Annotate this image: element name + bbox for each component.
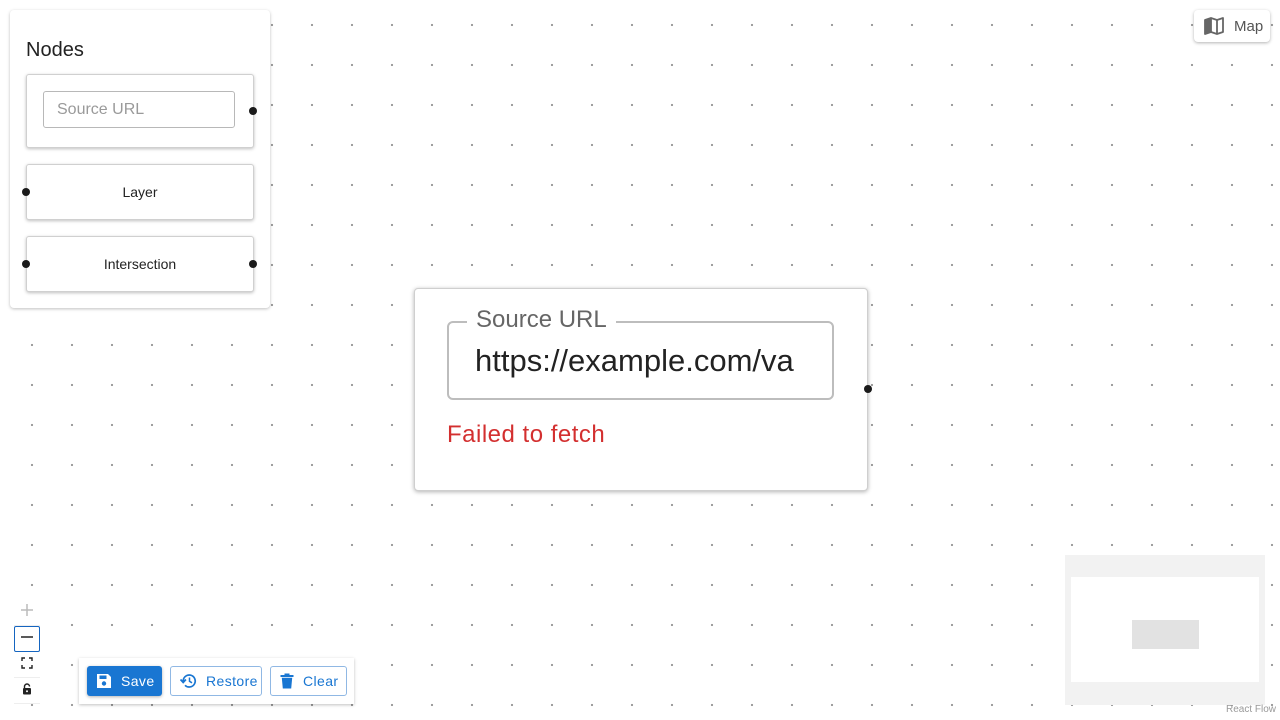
restore-button-label: Restore — [206, 673, 258, 689]
lock-icon — [22, 682, 32, 700]
palette-title: Nodes — [26, 39, 84, 61]
trash-icon — [280, 673, 294, 689]
source-node-output-handle[interactable] — [864, 385, 872, 393]
source-node[interactable]: Source URL Failed to fetch — [414, 288, 872, 491]
source-url-field[interactable]: Source URL — [447, 306, 834, 400]
fit-view-button[interactable] — [14, 652, 40, 678]
react-flow-attribution[interactable]: React Flow — [1226, 704, 1276, 715]
source-url-label: Source URL — [467, 306, 616, 334]
restore-icon — [180, 673, 197, 689]
nodes-palette: Nodes Layer Intersection — [10, 10, 270, 308]
source-url-input[interactable] — [475, 341, 810, 381]
save-icon — [96, 673, 112, 689]
zoom-out-button[interactable] — [14, 626, 40, 652]
restore-button[interactable]: Restore — [170, 666, 262, 696]
minimap[interactable] — [1065, 555, 1265, 705]
palette-source-url-input[interactable] — [43, 91, 235, 128]
map-button[interactable]: Map — [1194, 10, 1270, 42]
map-button-label: Map — [1234, 18, 1264, 35]
palette-intersection-node[interactable]: Intersection — [22, 236, 257, 292]
source-output-handle[interactable] — [249, 107, 257, 115]
minimap-node — [1132, 620, 1199, 649]
intersection-node-label: Intersection — [103, 256, 177, 272]
zoom-out-icon — [20, 630, 34, 649]
bottom-toolbar: Save Restore Clear — [79, 658, 354, 704]
save-button[interactable]: Save — [87, 666, 162, 696]
lock-button[interactable] — [14, 678, 40, 704]
clear-button-label: Clear — [303, 673, 339, 689]
map-icon — [1204, 17, 1224, 40]
intersection-output-handle[interactable] — [249, 260, 257, 268]
save-button-label: Save — [121, 673, 155, 689]
palette-source-node[interactable] — [26, 74, 257, 148]
fit-view-icon — [21, 656, 33, 674]
zoom-in-icon — [20, 603, 34, 622]
palette-layer-node[interactable]: Layer — [22, 164, 254, 220]
zoom-in-button[interactable] — [14, 600, 40, 626]
layer-node-label: Layer — [122, 184, 158, 200]
flow-controls — [14, 600, 42, 704]
fetch-error-message: Failed to fetch — [447, 421, 606, 448]
clear-button[interactable]: Clear — [270, 666, 347, 696]
